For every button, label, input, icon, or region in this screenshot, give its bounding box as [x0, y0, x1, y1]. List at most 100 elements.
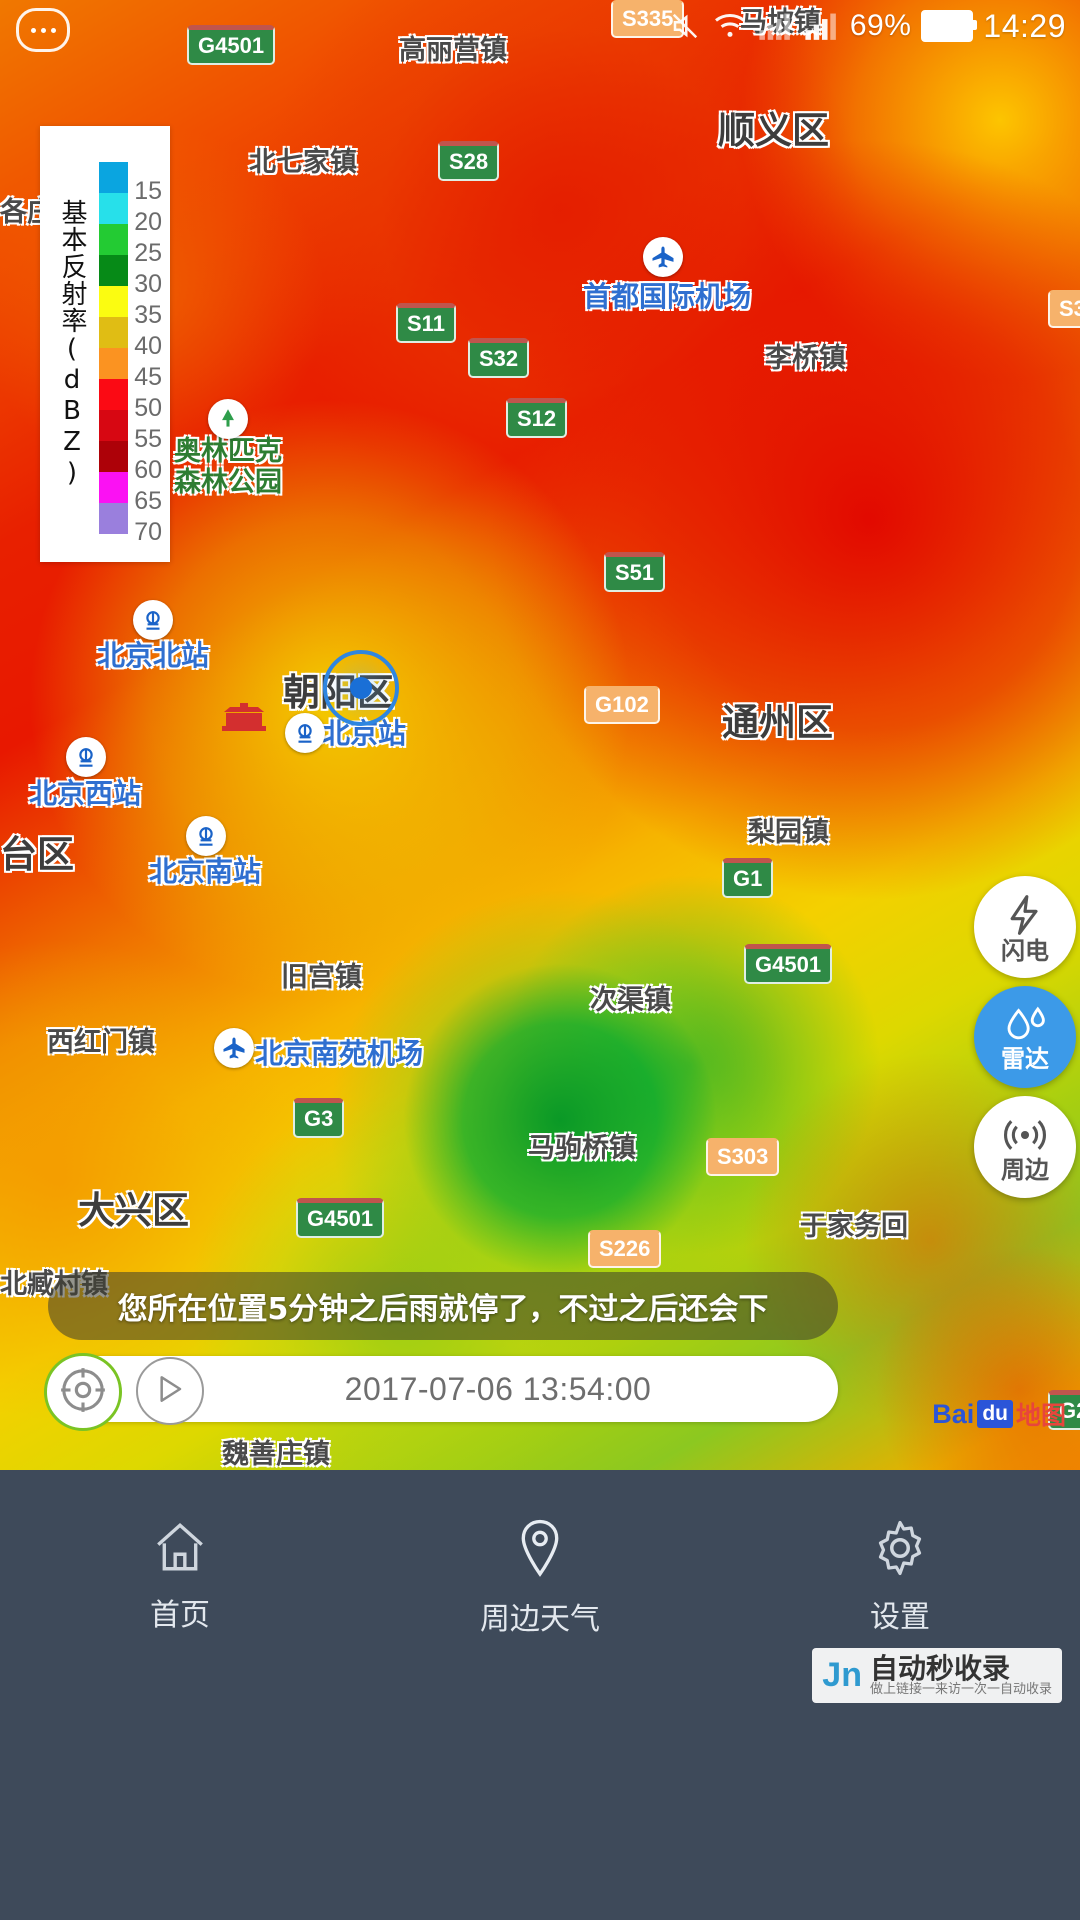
- nav-item-nearby-weather[interactable]: 周边天气: [360, 1470, 720, 1920]
- map-label-poi[interactable]: 北京北站: [97, 634, 209, 674]
- map-label-poi[interactable]: 北京南站: [149, 850, 261, 890]
- highway-shield[interactable]: G102: [584, 686, 660, 724]
- map-label-town[interactable]: 李桥镇: [765, 336, 846, 375]
- map-tool-buttons: 闪电 雷达 周边: [974, 876, 1076, 1198]
- reflectivity-legend: 基本反射率(dBZ) 15 20 25 30 35 40 45 50 55 60 65 70: [40, 126, 170, 562]
- mute-icon: [668, 11, 702, 41]
- highway-shield[interactable]: S28: [438, 141, 500, 181]
- watermark-logo: Jn: [822, 1656, 862, 1695]
- map-label-town[interactable]: 北七家镇: [249, 140, 357, 179]
- raindrop-icon: [1001, 1004, 1049, 1046]
- highway-shield[interactable]: G1: [722, 858, 774, 898]
- map-label-park[interactable]: 奥林匹克 森林公园: [174, 436, 282, 498]
- legend-band-70: [99, 503, 129, 534]
- park-line-1: 奥林匹克: [174, 436, 282, 467]
- nearby-label: 周边: [1001, 1155, 1049, 1184]
- dot: [30, 27, 36, 33]
- nav-item-home[interactable]: 首页: [0, 1470, 360, 1920]
- baidu-brand-2: du: [977, 1400, 1013, 1428]
- legend-tick: 25: [134, 239, 162, 267]
- locate-me-button[interactable]: [44, 1353, 122, 1431]
- radar-button[interactable]: 雷达: [974, 986, 1076, 1088]
- park-line-2: 森林公园: [174, 467, 282, 499]
- legend-tick: 55: [134, 425, 162, 453]
- poi-park-icon[interactable]: [208, 399, 248, 439]
- status-bar: 69% 14:29: [0, 0, 1080, 52]
- map-label-district[interactable]: 通州区: [722, 692, 833, 746]
- highway-shield[interactable]: G3: [293, 1098, 345, 1138]
- watermark-subtitle: 做上链接一来访一次一自动收录: [869, 1682, 1052, 1698]
- map-label-poi[interactable]: 首都国际机场: [583, 275, 751, 315]
- legend-tick: 65: [134, 487, 162, 515]
- wifi-icon: [712, 12, 748, 40]
- location-dot: [350, 677, 372, 699]
- poi-train-icon[interactable]: [285, 713, 325, 753]
- watermark-text: 自动秒收录 做上链接一来访一次一自动收录: [870, 1654, 1052, 1697]
- legend-band-30: [99, 255, 129, 286]
- play-button[interactable]: [136, 1357, 204, 1425]
- map-label-town[interactable]: 次渠镇: [590, 978, 671, 1017]
- overflow-menu-button[interactable]: [16, 8, 70, 52]
- poi-airport-icon[interactable]: [643, 237, 683, 277]
- map-label-town[interactable]: 西红门镇: [47, 1020, 155, 1059]
- map-label-poi[interactable]: 北京西站: [29, 772, 141, 812]
- map-label-town[interactable]: 魏善庄镇: [222, 1432, 330, 1471]
- nav-label-home: 首页: [150, 1598, 210, 1633]
- highway-shield[interactable]: S12: [506, 398, 568, 438]
- baidu-map-logo: Bai du 地图: [932, 1396, 1066, 1432]
- baidu-map-label: 地图: [1015, 1401, 1066, 1430]
- nav-label-nearby-weather: 周边天气: [480, 1602, 600, 1637]
- play-icon: [156, 1374, 184, 1409]
- location-pin-icon: [511, 1518, 569, 1580]
- battery-percent: 69%: [849, 9, 912, 42]
- highway-shield[interactable]: G4501: [744, 944, 833, 984]
- lightning-button[interactable]: 闪电: [974, 876, 1076, 978]
- legend-band-50: [99, 379, 129, 410]
- poi-train-icon[interactable]: [133, 600, 173, 640]
- highway-shield[interactable]: S331: [1048, 290, 1080, 328]
- radar-label: 雷达: [1001, 1044, 1049, 1073]
- map-label-district[interactable]: 大兴区: [78, 1180, 189, 1234]
- map-label-district[interactable]: 台区: [0, 824, 74, 878]
- legend-tick-labels: 15 20 25 30 35 40 45 50 55 60 65 70: [134, 176, 162, 548]
- tiananmen-icon: [216, 700, 272, 734]
- weather-radar-app: 69% 14:29 基本反射率(dBZ) 15 20 25 30 35 40 45 50 55 6…: [0, 0, 1080, 1920]
- highway-shield[interactable]: S303: [706, 1138, 780, 1176]
- lightning-icon: [1003, 892, 1047, 938]
- legend-band-35: [99, 286, 129, 317]
- signal-icon: [758, 12, 794, 40]
- map-label-town[interactable]: 梨园镇: [748, 810, 829, 849]
- highway-shield[interactable]: S11: [396, 303, 456, 343]
- highway-shield[interactable]: S51: [604, 552, 666, 592]
- legend-band-20: [99, 193, 129, 224]
- legend-color-bars: [99, 162, 129, 534]
- legend-tick: 35: [134, 301, 162, 329]
- map-label-town[interactable]: 于家务回: [800, 1204, 908, 1243]
- legend-tick: 15: [134, 177, 162, 205]
- nav-label-settings: 设置: [870, 1600, 930, 1635]
- highway-shield[interactable]: S226: [588, 1230, 662, 1268]
- status-clock: 14:29: [983, 7, 1066, 44]
- signal-icon-2: [804, 12, 840, 40]
- poi-airport-icon[interactable]: [214, 1028, 254, 1068]
- forecast-toast-text: 您所在位置5分钟之后雨就停了，不过之后还会下: [117, 1292, 769, 1327]
- battery-icon: [921, 10, 978, 42]
- poi-train-icon[interactable]: [66, 737, 106, 777]
- crosshair-icon: [58, 1365, 108, 1420]
- current-location-marker[interactable]: [323, 650, 399, 726]
- legend-band-25: [99, 224, 129, 255]
- dot: [40, 27, 46, 33]
- legend-title: 基本反射率(dBZ): [57, 199, 87, 489]
- map-label-town[interactable]: 旧宫镇: [281, 955, 362, 994]
- legend-band-15: [99, 162, 129, 193]
- highway-shield[interactable]: G4501: [296, 1198, 385, 1238]
- map-label-town[interactable]: 马驹桥镇: [528, 1126, 636, 1165]
- poi-train-icon[interactable]: [186, 816, 226, 856]
- map-label-district[interactable]: 顺义区: [718, 100, 829, 154]
- watermark-title: 自动秒收录: [869, 1652, 1010, 1685]
- baidu-brand: Bai: [932, 1398, 975, 1429]
- highway-shield[interactable]: S32: [468, 338, 530, 378]
- legend-tick: 40: [134, 332, 162, 360]
- nearby-button[interactable]: 周边: [974, 1096, 1076, 1198]
- map-label-poi[interactable]: 北京南苑机场: [255, 1032, 423, 1072]
